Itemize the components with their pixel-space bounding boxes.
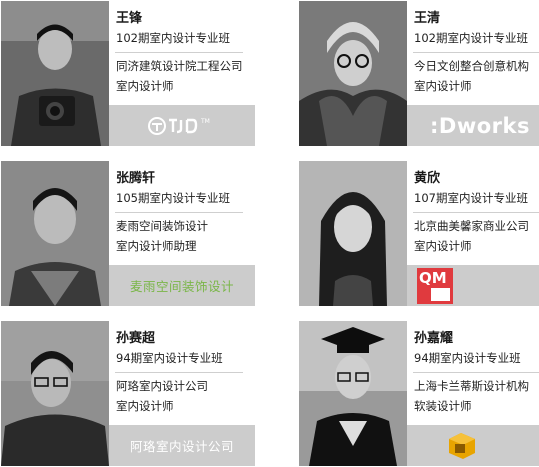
class-label: 94期室内设计专业班 [414, 351, 521, 365]
kalandisi-logo-icon [449, 432, 475, 459]
company-logo[interactable]: :Dworks [407, 105, 539, 146]
job-title: 室内设计师 [414, 79, 472, 93]
job-title: 室内设计师 [116, 79, 174, 93]
person-name: 王锋 [116, 11, 143, 26]
profile-photo [299, 1, 407, 146]
profile-photo [1, 321, 109, 466]
class-label: 102期室内设计专业班 [116, 31, 230, 45]
person-name: 孙赛超 [116, 331, 156, 346]
company-name: 同济建筑设计院工程公司 [116, 59, 243, 73]
divider [413, 212, 539, 213]
profile-photo [299, 161, 407, 306]
svg-text:TM: TM [200, 118, 210, 125]
tj-logo-icon: TM [148, 116, 210, 135]
company-name: 上海卡兰蒂斯设计机构 [414, 379, 529, 393]
profile-card[interactable]: 王锋 102期室内设计专业班 同济建筑设计院工程公司 室内设计师 TM [1, 1, 255, 146]
maiyu-logo: 麦雨空间装饰设计 [129, 279, 234, 294]
job-title: 室内设计师助理 [116, 239, 197, 253]
profile-card[interactable]: 王清 102期室内设计专业班 今日文创整合创意机构 室内设计师 :Dworks [299, 1, 539, 146]
company-name: 阿珞室内设计公司 [116, 379, 208, 393]
profile-card[interactable]: 黄欣 107期室内设计专业班 北京曲美馨家商业公司 室内设计师 QM [299, 161, 539, 306]
profile-photo [299, 321, 407, 466]
profile-card[interactable]: 张腾轩 105期室内设计专业班 麦雨空间装饰设计 室内设计师助理 麦雨空间装饰设… [1, 161, 255, 306]
divider [115, 52, 243, 53]
person-name: 张腾轩 [116, 171, 156, 186]
company-logo[interactable]: 阿珞室内设计公司 [109, 425, 255, 466]
profile-photo [1, 1, 109, 146]
qm-logo: QM [417, 267, 453, 304]
aluo-logo: 阿珞室内设计公司 [129, 439, 234, 454]
divider [115, 212, 243, 213]
profile-card[interactable]: 孙赛超 94期室内设计专业班 阿珞室内设计公司 室内设计师 阿珞室内设计公司 [1, 321, 255, 466]
company-logo[interactable]: TM [109, 105, 255, 146]
company-logo[interactable]: 麦雨空间装饰设计 [109, 265, 255, 306]
class-label: 105期室内设计专业班 [116, 191, 230, 205]
person-name: 孙嘉耀 [414, 331, 454, 346]
class-label: 107期室内设计专业班 [414, 191, 528, 205]
dworks-logo: :Dworks [430, 113, 530, 138]
divider [115, 372, 243, 373]
person-name: 王清 [414, 11, 441, 26]
divider [413, 372, 539, 373]
profile-photo [1, 161, 109, 306]
company-logo[interactable]: QM [407, 265, 539, 306]
company-name: 北京曲美馨家商业公司 [414, 219, 529, 233]
job-title: 室内设计师 [116, 399, 174, 413]
profile-card[interactable]: 孙嘉耀 94期室内设计专业班 上海卡兰蒂斯设计机构 软装设计师 [299, 321, 539, 466]
class-label: 102期室内设计专业班 [414, 31, 528, 45]
company-logo[interactable] [407, 425, 539, 466]
job-title: 软装设计师 [414, 399, 472, 413]
job-title: 室内设计师 [414, 239, 472, 253]
company-name: 今日文创整合创意机构 [414, 59, 529, 73]
class-label: 94期室内设计专业班 [116, 351, 223, 365]
person-name: 黄欣 [414, 171, 441, 186]
divider [413, 52, 539, 53]
company-name: 麦雨空间装饰设计 [116, 219, 208, 233]
